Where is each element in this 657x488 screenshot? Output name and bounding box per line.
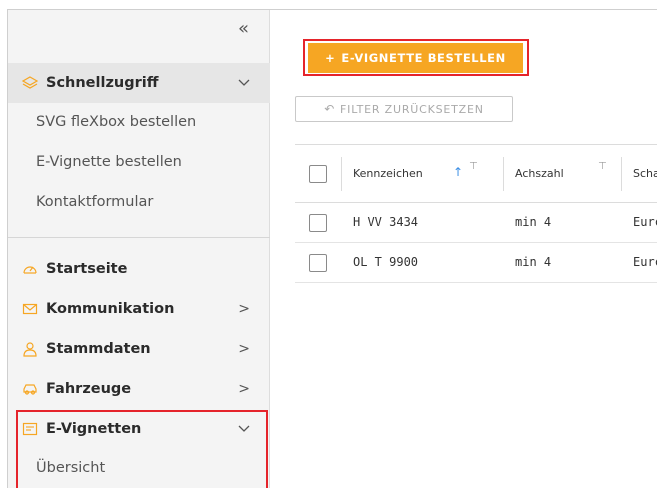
table-row[interactable]: H VV 3434 min 4 Eurc: [295, 203, 657, 243]
sidebar: « Schnellzugriff SVG fleXbox bestellen E…: [8, 10, 270, 488]
car-icon: [22, 381, 38, 397]
sidebar-item-label: Kommunikation: [46, 301, 175, 317]
quick-link-svg-flexbox[interactable]: SVG fleXbox bestellen: [36, 114, 196, 130]
chevron-right-icon: >: [238, 341, 250, 357]
quick-link-contact-form[interactable]: Kontaktformular: [36, 194, 153, 210]
quick-link-evignette-order[interactable]: E-Vignette bestellen: [36, 154, 182, 170]
sidebar-divider: [8, 237, 270, 238]
plus-icon: +: [325, 51, 336, 65]
layers-icon: [22, 75, 38, 91]
cell-third: Eurc: [633, 215, 657, 229]
app-frame: « Schnellzugriff SVG fleXbox bestellen E…: [7, 9, 657, 488]
main-content: + E-VIGNETTE BESTELLEN ↶ FILTER ZURÜCKSE…: [270, 10, 657, 488]
sidebar-item-label: Fahrzeuge: [46, 381, 132, 397]
sidebar-item-startseite[interactable]: Startseite: [8, 249, 270, 289]
column-divider: [503, 157, 504, 191]
sidebar-item-label: Startseite: [46, 261, 128, 277]
column-header-achszahl[interactable]: Achszahl: [515, 167, 564, 180]
highlight-evignetten: [16, 410, 268, 488]
quick-access-header[interactable]: Schnellzugriff: [8, 63, 270, 103]
sidebar-item-kommunikation[interactable]: Kommunikation >: [8, 289, 270, 329]
evignette-table: Kennzeichen ↑ ⊤ Achszahl ⊤ Scha H VV 343…: [295, 144, 657, 283]
cell-kennzeichen: OL T 9900: [353, 255, 419, 269]
column-header-kennzeichen[interactable]: Kennzeichen: [353, 167, 423, 180]
mail-icon: [22, 301, 38, 317]
row-checkbox[interactable]: [309, 254, 327, 272]
collapse-sidebar-icon[interactable]: «: [238, 18, 249, 39]
sidebar-item-fahrzeuge[interactable]: Fahrzeuge >: [8, 369, 270, 409]
sidebar-item-label: Stammdaten: [46, 341, 151, 357]
sort-ascending-icon[interactable]: ↑: [453, 165, 463, 179]
cell-achszahl: min 4: [515, 215, 552, 229]
chevron-right-icon: >: [238, 301, 250, 317]
column-header-third[interactable]: Scha: [633, 167, 657, 180]
undo-icon: ↶: [324, 102, 336, 116]
quick-access-label: Schnellzugriff: [46, 75, 159, 91]
chevron-down-icon: [238, 75, 250, 91]
sidebar-item-stammdaten[interactable]: Stammdaten >: [8, 329, 270, 369]
order-button-label: E-VIGNETTE BESTELLEN: [341, 51, 506, 65]
order-evignette-button[interactable]: + E-VIGNETTE BESTELLEN: [308, 43, 523, 73]
row-checkbox[interactable]: [309, 214, 327, 232]
table-header: Kennzeichen ↑ ⊤ Achszahl ⊤ Scha: [295, 145, 657, 203]
table-row[interactable]: OL T 9900 min 4 Eurc: [295, 243, 657, 283]
cell-third: Eurc: [633, 255, 657, 269]
chevron-right-icon: >: [238, 381, 250, 397]
column-divider: [341, 157, 342, 191]
select-all-checkbox[interactable]: [309, 165, 327, 183]
dashboard-icon: [22, 261, 38, 277]
filter-icon[interactable]: ⊤: [598, 161, 607, 172]
user-icon: [22, 341, 38, 357]
filter-icon[interactable]: ⊤: [469, 161, 478, 172]
cell-achszahl: min 4: [515, 255, 552, 269]
cell-kennzeichen: H VV 3434: [353, 215, 419, 229]
reset-filter-label: FILTER ZURÜCKSETZEN: [340, 102, 484, 116]
column-divider: [621, 157, 622, 191]
reset-filter-button[interactable]: ↶ FILTER ZURÜCKSETZEN: [295, 96, 513, 122]
